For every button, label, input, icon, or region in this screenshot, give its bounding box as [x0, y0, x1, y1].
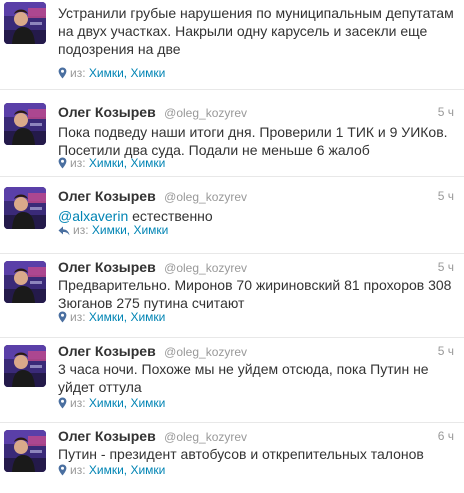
tweet-text: Пока подведу наши итоги дня. Проверили 1…: [58, 124, 448, 158]
location-prefix: из:: [70, 66, 86, 80]
author-handle[interactable]: @oleg_kozyrev: [164, 190, 247, 204]
tweet-time[interactable]: 6 ч: [438, 429, 454, 443]
tweet-meta: из: Химки, Химки: [58, 156, 165, 172]
tweet-meta: из: Химки, Химки: [58, 223, 168, 239]
tweet-header: Олег Козырев @oleg_kozyrev: [58, 259, 247, 277]
author-name[interactable]: Олег Козырев: [58, 428, 156, 444]
location-link[interactable]: Химки, Химки: [89, 463, 166, 477]
tweet-header: Олег Козырев @oleg_kozyrev: [58, 188, 247, 206]
location-prefix: из:: [70, 310, 86, 324]
author-handle[interactable]: @oleg_kozyrev: [164, 345, 247, 359]
location-link[interactable]: Химки, Химки: [92, 223, 169, 237]
location-pin-icon: [58, 311, 67, 326]
location-link[interactable]: Химки, Химки: [89, 156, 166, 170]
author-name[interactable]: Олег Козырев: [58, 188, 156, 204]
avatar[interactable]: [4, 2, 46, 44]
tweet-meta: из: Химки, Химки: [58, 463, 165, 479]
tweet-item[interactable]: Олег Козырев @oleg_kozyrev 5 ч 3 часа но…: [0, 338, 464, 423]
location-pin-icon: [58, 67, 67, 82]
tweet-item[interactable]: Олег Козырев @oleg_kozyrev 5 ч @alxaveri…: [0, 177, 464, 254]
location-link[interactable]: Химки, Химки: [89, 66, 166, 80]
tweet-header: Олег Козырев @oleg_kozyrev: [58, 428, 247, 446]
tweet-feed: Устранили грубые нарушения по муниципаль…: [0, 0, 464, 479]
author-handle[interactable]: @oleg_kozyrev: [164, 106, 247, 120]
tweet-text: 3 часа ночи. Похоже мы не уйдем отсюда, …: [58, 361, 429, 395]
tweet-item[interactable]: Олег Козырев @oleg_kozyrev 5 ч Предварит…: [0, 254, 464, 338]
reply-arrow-icon: [58, 225, 70, 239]
tweet-time[interactable]: 5 ч: [438, 260, 454, 274]
tweet-time[interactable]: 5 ч: [438, 189, 454, 203]
avatar[interactable]: [4, 103, 46, 145]
author-handle[interactable]: @oleg_kozyrev: [164, 261, 247, 275]
author-name[interactable]: Олег Козырев: [58, 104, 156, 120]
location-link[interactable]: Химки, Химки: [89, 396, 166, 410]
location-pin-icon: [58, 464, 67, 479]
location-prefix: из:: [70, 463, 86, 477]
avatar[interactable]: [4, 430, 46, 472]
tweet-meta: из: Химки, Химки: [58, 310, 165, 326]
tweet-text: Устранили грубые нарушения по муниципаль…: [58, 5, 454, 57]
location-pin-icon: [58, 157, 67, 172]
location-prefix: из:: [70, 156, 86, 170]
tweet-item[interactable]: Олег Козырев @oleg_kozyrev 5 ч Пока подв…: [0, 90, 464, 177]
tweet-time[interactable]: 5 ч: [438, 105, 454, 119]
avatar[interactable]: [4, 261, 46, 303]
avatar[interactable]: [4, 345, 46, 387]
tweet-text: Предварительно. Миронов 70 жириновский 8…: [58, 277, 452, 311]
location-prefix: из:: [70, 396, 86, 410]
tweet-text-body: естественно: [128, 208, 213, 224]
avatar[interactable]: [4, 187, 46, 229]
tweet-item[interactable]: Устранили грубые нарушения по муниципаль…: [0, 0, 464, 90]
tweet-item[interactable]: Олег Козырев @oleg_kozyrev 6 ч Путин - п…: [0, 423, 464, 493]
location-prefix: из:: [73, 223, 89, 237]
tweet-meta: из: Химки, Химки: [58, 66, 165, 82]
author-handle[interactable]: @oleg_kozyrev: [164, 430, 247, 444]
author-name[interactable]: Олег Козырев: [58, 259, 156, 275]
tweet-header: Олег Козырев @oleg_kozyrev: [58, 104, 247, 122]
location-link[interactable]: Химки, Химки: [89, 310, 166, 324]
mention-link[interactable]: @alxaverin: [58, 208, 128, 224]
tweet-time[interactable]: 5 ч: [438, 344, 454, 358]
tweet-text: Путин - президент автобусов и открепител…: [58, 446, 424, 462]
tweet-header: Олег Козырев @oleg_kozyrev: [58, 343, 247, 361]
author-name[interactable]: Олег Козырев: [58, 343, 156, 359]
location-pin-icon: [58, 397, 67, 412]
tweet-meta: из: Химки, Химки: [58, 396, 165, 412]
